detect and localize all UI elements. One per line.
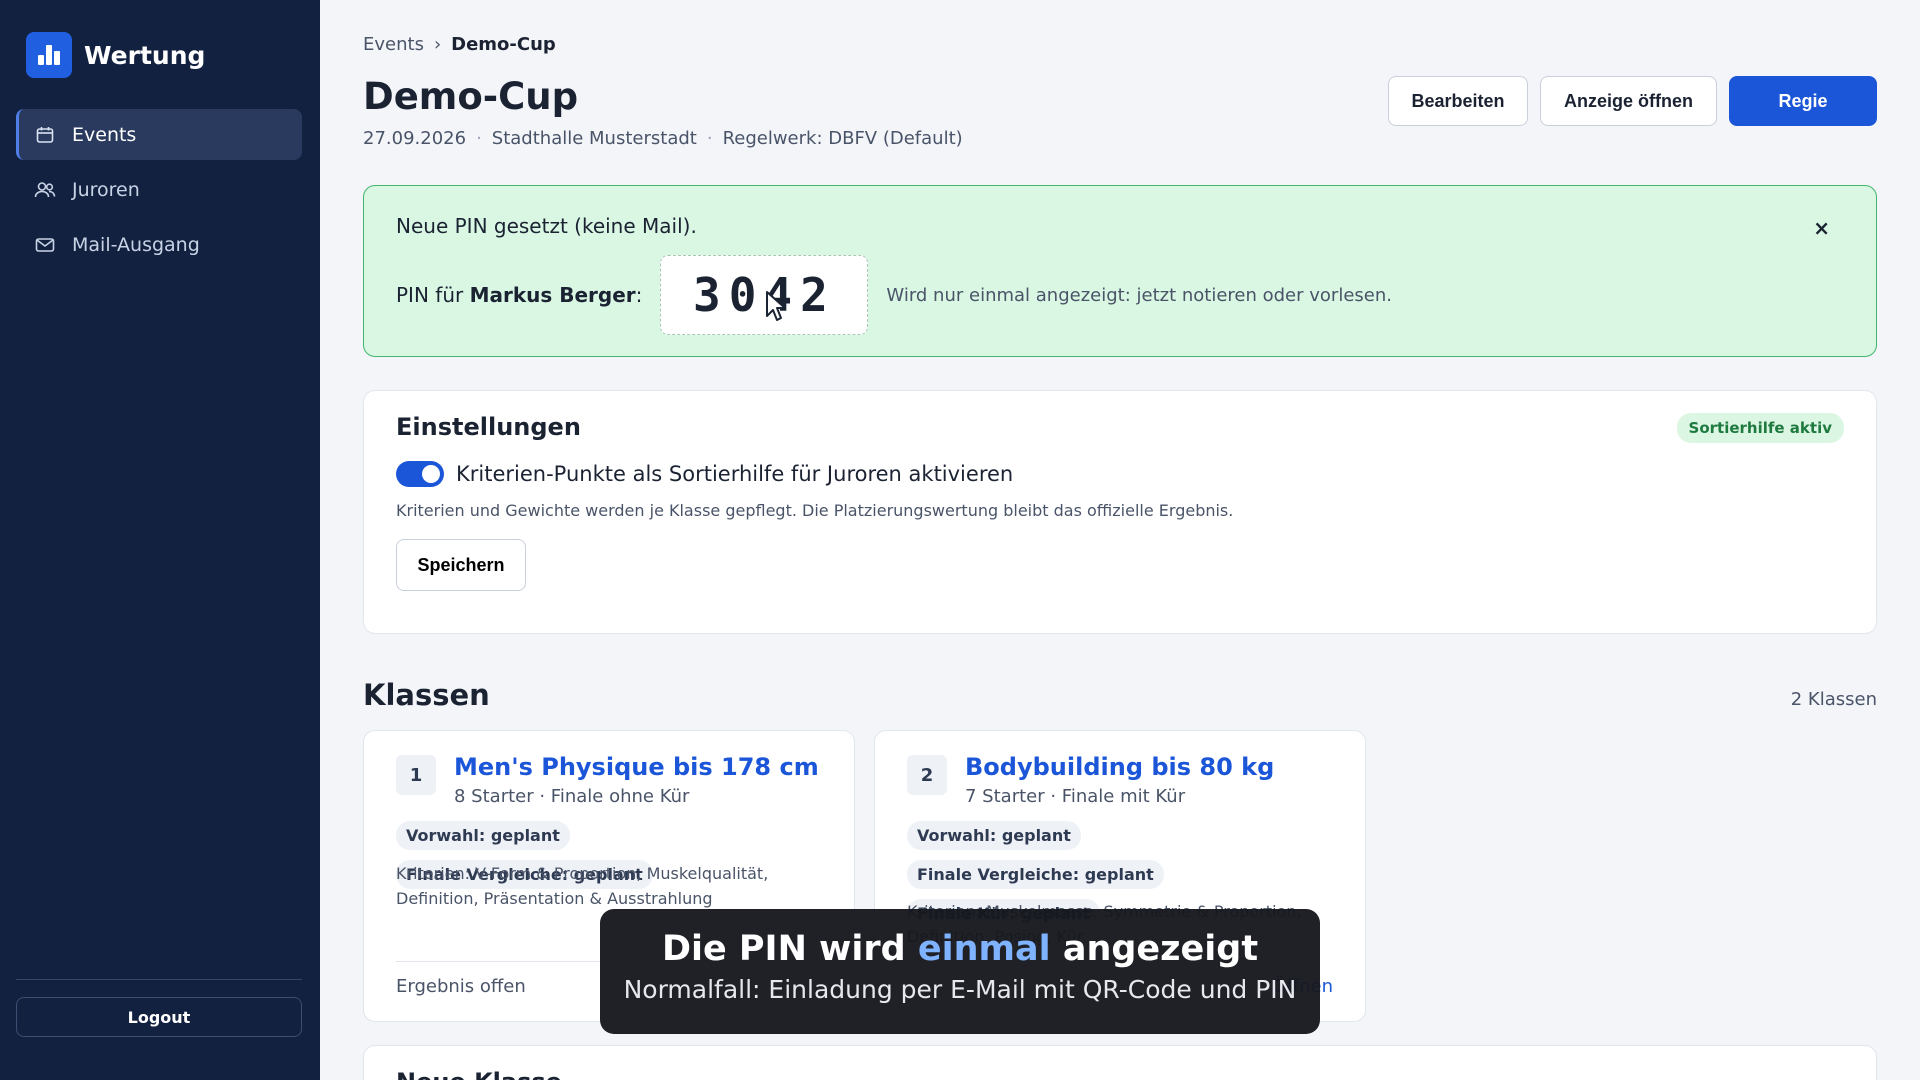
settings-card: Einstellungen Sortierhilfe aktiv Kriteri…	[363, 390, 1877, 634]
class-result-status: Ergebnis offen	[396, 976, 526, 997]
users-icon	[34, 179, 56, 201]
status-chip: Vorwahl: geplant	[396, 821, 570, 850]
overlay-title-after: angezeigt	[1062, 929, 1259, 969]
sidebar-item-label: Mail-Ausgang	[72, 233, 200, 256]
class-name-link[interactable]: Men's Physique bis 178 cm	[454, 753, 819, 781]
meta-separator: ·	[706, 128, 713, 149]
class-number: 2	[907, 755, 947, 795]
sort-helper-toggle[interactable]	[396, 461, 444, 487]
sidebar-item-mail-ausgang[interactable]: Mail-Ausgang	[16, 219, 302, 270]
overlay-title-highlight: einmal	[917, 929, 1051, 969]
sidebar-item-events[interactable]: Events	[16, 109, 302, 160]
pin-label: PIN für Markus Berger:	[396, 283, 642, 307]
toggle-label[interactable]: Kriterien-Punkte als Sortierhilfe für Ju…	[456, 462, 1013, 486]
close-icon[interactable]: ×	[1813, 216, 1830, 240]
classes-title: Klassen	[363, 678, 490, 712]
breadcrumb-current: Demo-Cup	[451, 34, 556, 55]
sidebar-item-label: Events	[72, 123, 137, 146]
sidebar-divider	[16, 979, 302, 980]
open-display-button[interactable]: Anzeige öffnen	[1540, 76, 1717, 126]
status-chip: Finale Vergleiche: geplant	[907, 860, 1164, 889]
page-title: Demo-Cup	[363, 75, 579, 118]
mail-icon	[34, 234, 56, 256]
save-button[interactable]: Speichern	[396, 539, 526, 591]
edit-button[interactable]: Bearbeiten	[1388, 76, 1528, 126]
pin-value: 3042	[693, 268, 836, 322]
page-actions: Bearbeiten Anzeige öffnen Regie	[1388, 76, 1877, 126]
alert-title: Neue PIN gesetzt (keine Mail).	[396, 214, 697, 238]
class-subtitle: 8 Starter · Finale ohne Kür	[454, 786, 690, 807]
classes-count: 2 Klassen	[1790, 689, 1877, 710]
status-badge: Sortierhilfe aktiv	[1676, 413, 1844, 443]
settings-title: Einstellungen	[396, 413, 581, 441]
status-chip: Vorwahl: geplant	[907, 821, 1081, 850]
pin-label-colon: :	[635, 283, 643, 307]
breadcrumb: Events › Demo-Cup	[363, 34, 556, 55]
calendar-icon	[34, 124, 56, 146]
class-number: 1	[396, 755, 436, 795]
sidebar-item-juroren[interactable]: Juroren	[16, 164, 302, 215]
pin-display[interactable]: 3042	[660, 255, 869, 335]
event-meta: 27.09.2026 · Stadthalle Musterstadt · Re…	[363, 128, 963, 149]
pin-label-prefix: PIN für	[396, 283, 464, 307]
pin-alert: Neue PIN gesetzt (keine Mail). × PIN für…	[363, 185, 1877, 357]
sidebar-nav: Events Juroren Mail-Ausgang	[16, 109, 302, 274]
app-name: Wertung	[84, 40, 206, 70]
sidebar-item-label: Juroren	[72, 178, 140, 201]
sidebar: Wertung Events Juroren Mail-Ausgang Logo…	[0, 0, 320, 1080]
logout-button[interactable]: Logout	[16, 997, 302, 1037]
bar-chart-icon	[26, 32, 72, 78]
event-venue: Stadthalle Musterstadt	[491, 128, 697, 149]
pin-person: Markus Berger	[469, 283, 636, 307]
pin-hint: Wird nur einmal angezeigt: jetzt notiere…	[886, 284, 1392, 306]
sort-helper-toggle-row: Kriterien-Punkte als Sortierhilfe für Ju…	[396, 461, 1013, 487]
pin-row: PIN für Markus Berger: 3042 Wird nur ein…	[396, 255, 1392, 335]
breadcrumb-separator: ›	[433, 34, 442, 55]
mouse-cursor-icon	[766, 291, 787, 321]
settings-help-text: Kriterien und Gewichte werden je Klasse …	[396, 501, 1234, 520]
class-name-link[interactable]: Bodybuilding bis 80 kg	[965, 753, 1274, 781]
new-class-card: Neue Klasse	[363, 1045, 1877, 1080]
overlay-title-before: Die PIN wird	[661, 929, 906, 969]
event-date: 27.09.2026	[363, 128, 467, 149]
brand[interactable]: Wertung	[26, 32, 205, 78]
meta-separator: ·	[476, 128, 482, 149]
overlay-title: Die PIN wird einmal angezeigt	[600, 929, 1320, 969]
new-class-title: Neue Klasse	[396, 1068, 562, 1080]
caption-overlay: Die PIN wird einmal angezeigt Normalfall…	[600, 909, 1320, 1034]
director-button[interactable]: Regie	[1729, 76, 1877, 126]
class-subtitle: 7 Starter · Finale mit Kür	[965, 786, 1186, 807]
overlay-subtitle: Normalfall: Einladung per E-Mail mit QR-…	[623, 975, 1297, 1004]
class-criteria: Kriterien: V-Form & Proportion, Muskelqu…	[396, 864, 769, 908]
breadcrumb-link-events[interactable]: Events	[363, 34, 424, 55]
event-ruleset: Regelwerk: DBFV (Default)	[722, 128, 963, 149]
